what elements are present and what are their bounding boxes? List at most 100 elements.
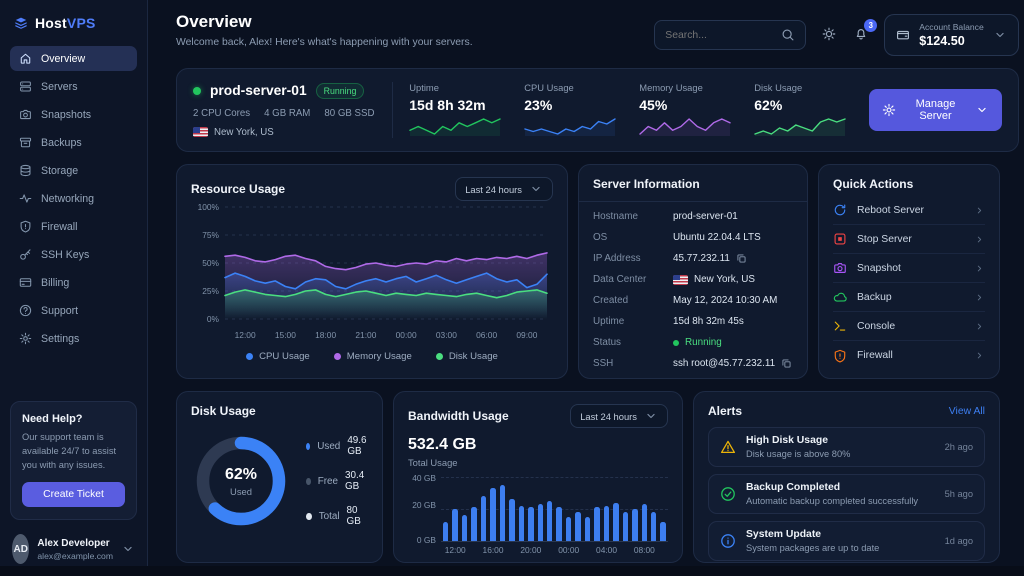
help-card: Need Help? Our support team is available… xyxy=(10,401,137,520)
sidebar-item-label: Firewall xyxy=(41,221,78,233)
key-icon xyxy=(19,248,32,261)
manage-server-button[interactable]: Manage Server xyxy=(869,89,1002,131)
alert-system-update[interactable]: System UpdateSystem packages are up to d… xyxy=(708,521,985,561)
info-label: IP Address xyxy=(593,253,673,264)
bandwidth-bar xyxy=(443,522,448,541)
quick-action-console[interactable]: Console xyxy=(833,312,985,341)
home-icon xyxy=(19,52,32,65)
terminal-icon xyxy=(833,319,847,333)
bandwidth-total: 532.4 GB xyxy=(408,436,668,454)
sidebar-item-storage[interactable]: Storage xyxy=(10,158,137,183)
disk-percent: 62% xyxy=(225,466,257,484)
stat-sparkline xyxy=(639,116,754,139)
info-row-ip-address: IP Address45.77.232.11 xyxy=(593,253,793,264)
search-input[interactable] xyxy=(665,30,773,41)
info-label: Created xyxy=(593,295,673,306)
copy-icon[interactable] xyxy=(781,358,792,369)
quick-action-backup[interactable]: Backup xyxy=(833,283,985,312)
header-titles: Overview Welcome back, Alex! Here's what… xyxy=(176,12,473,48)
account-balance-card[interactable]: Account Balance $124.50 xyxy=(884,14,1019,56)
warning-icon xyxy=(720,439,736,455)
quick-action-reboot-server[interactable]: Reboot Server xyxy=(833,196,985,225)
alerts-title: Alerts xyxy=(708,404,742,418)
sidebar-item-settings[interactable]: Settings xyxy=(10,326,137,351)
sidebar-item-overview[interactable]: Overview xyxy=(10,46,137,71)
chevron-down-icon xyxy=(993,28,1007,42)
create-ticket-button[interactable]: Create Ticket xyxy=(22,482,125,507)
quick-action-stop-server[interactable]: Stop Server xyxy=(833,225,985,254)
svg-text:18:00: 18:00 xyxy=(315,330,336,340)
camera-icon xyxy=(833,261,847,275)
info-row-data-center: Data CenterNew York, US xyxy=(593,274,793,285)
quick-action-label: Backup xyxy=(857,292,892,303)
copy-icon[interactable] xyxy=(736,253,747,264)
resource-usage-panel: Resource Usage Last 24 hours 100%75%50%2… xyxy=(176,164,568,379)
sidebar-item-networking[interactable]: Networking xyxy=(10,186,137,211)
info-row-uptime: Uptime15d 8h 32m 45s xyxy=(593,316,793,327)
sidebar-item-support[interactable]: Support xyxy=(10,298,137,323)
server-spec: 4 GB RAM xyxy=(264,108,310,119)
sidebar-item-backups[interactable]: Backups xyxy=(10,130,137,155)
notification-badge: 3 xyxy=(864,19,877,32)
disk-legend: Used49.6 GBFree30.4 GBTotal80 GB xyxy=(306,435,369,527)
help-title: Need Help? xyxy=(22,413,125,425)
sidebar-item-firewall[interactable]: Firewall xyxy=(10,214,137,239)
bandwidth-range-select[interactable]: Last 24 hours xyxy=(570,404,668,428)
brand-name: HostVPS xyxy=(35,15,96,31)
search-icon xyxy=(781,28,795,42)
sidebar-item-label: Overview xyxy=(41,53,85,65)
info-row-hostname: Hostnameprod-server-01 xyxy=(593,211,793,222)
alert-body: High Disk UsageDisk usage is above 80% xyxy=(746,435,935,459)
sidebar-item-ssh-keys[interactable]: SSH Keys xyxy=(10,242,137,267)
status-dot xyxy=(193,87,201,95)
status-badge: Running xyxy=(316,83,365,99)
user-meta: Alex Developer alex@example.com xyxy=(37,538,113,561)
alert-body: System UpdateSystem packages are up to d… xyxy=(746,529,935,553)
alert-title: High Disk Usage xyxy=(746,435,935,446)
info-value: Running xyxy=(673,337,722,348)
quick-action-snapshot[interactable]: Snapshot xyxy=(833,254,985,283)
avatar: AD xyxy=(12,534,29,564)
stat-label: Memory Usage xyxy=(639,82,754,93)
view-all-link[interactable]: View All xyxy=(949,406,985,417)
quick-action-label: Stop Server xyxy=(857,234,912,245)
legend-item-memory-usage: Memory Usage xyxy=(334,351,412,362)
info-icon xyxy=(720,533,736,549)
sidebar-item-snapshots[interactable]: Snapshots xyxy=(10,102,137,127)
alert-time: 5h ago xyxy=(945,489,973,499)
server-icon xyxy=(19,80,32,93)
alert-backup-completed[interactable]: Backup CompletedAutomatic backup complet… xyxy=(708,474,985,514)
us-flag-icon xyxy=(673,275,688,285)
balance-value: $124.50 xyxy=(919,34,984,48)
alert-high-disk-usage[interactable]: High Disk UsageDisk usage is above 80%2h… xyxy=(708,427,985,467)
quick-actions-title: Quick Actions xyxy=(833,177,985,191)
user-menu[interactable]: AD Alex Developer alex@example.com xyxy=(10,532,137,564)
bandwidth-bar xyxy=(509,499,514,541)
notifications-button[interactable]: 3 xyxy=(852,25,870,46)
search-box xyxy=(654,20,806,50)
bandwidth-bar xyxy=(556,507,561,541)
svg-text:25%: 25% xyxy=(202,286,219,296)
stat-sparkline xyxy=(754,116,869,139)
info-value: prod-server-01 xyxy=(673,211,738,222)
info-value: New York, US xyxy=(673,274,755,285)
stat-label: Disk Usage xyxy=(754,82,869,93)
bandwidth-chart: 40 GB20 GB0 GB xyxy=(408,477,668,541)
bandwidth-bar xyxy=(642,504,647,541)
us-flag-icon xyxy=(193,127,208,137)
sidebar-item-billing[interactable]: Billing xyxy=(10,270,137,295)
row-3: Disk Usage 62% Used Used49.6 GBFree30.4 … xyxy=(176,391,1019,563)
resource-range-select[interactable]: Last 24 hours xyxy=(455,177,553,201)
quick-action-label: Firewall xyxy=(857,350,893,361)
theme-toggle-button[interactable] xyxy=(820,25,838,46)
card-icon xyxy=(19,276,32,289)
sidebar-item-servers[interactable]: Servers xyxy=(10,74,137,99)
sidebar: HostVPS Overview Servers Snapshots Backups S… xyxy=(0,0,148,576)
info-row-created: CreatedMay 12, 2024 10:30 AM xyxy=(593,295,793,306)
quick-action-firewall[interactable]: Firewall xyxy=(833,341,985,370)
bandwidth-title: Bandwidth Usage xyxy=(408,409,509,423)
server-spec: 80 GB SSD xyxy=(324,108,374,119)
stat-label: Uptime xyxy=(409,82,524,93)
layers-icon xyxy=(14,16,28,30)
svg-text:15:00: 15:00 xyxy=(275,330,296,340)
